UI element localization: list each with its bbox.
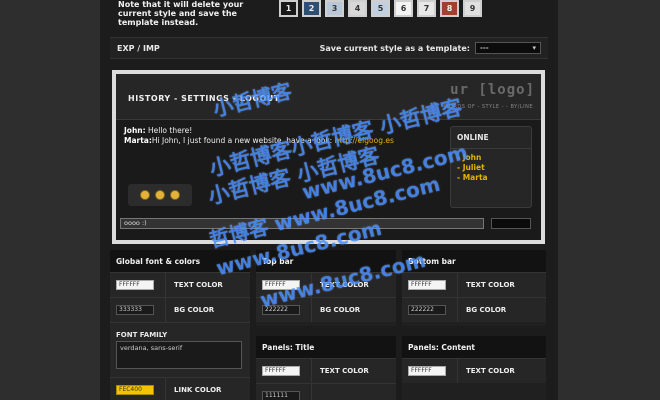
bg-color-label: BG COLOR — [466, 306, 507, 314]
bg-color-label: BG COLOR — [320, 306, 361, 314]
bottom-bar-bg-color-row: 222222 BG COLOR — [402, 297, 546, 322]
smiley-icon[interactable] — [170, 190, 180, 200]
template-note: Note that it will delete your current st… — [118, 0, 244, 27]
chat-link[interactable]: http://elgoog.es — [335, 136, 394, 145]
online-user[interactable]: - Marta — [457, 173, 525, 183]
chat-messages: John: Hello there! Marta:Hi John, I just… — [124, 126, 444, 146]
top-bar-text-color-row: FFFFFF TEXT COLOR — [256, 272, 396, 297]
template-swatch[interactable]: 8 — [440, 0, 459, 17]
top-bar-text-color-input[interactable]: FFFFFF — [262, 280, 300, 290]
template-swatch[interactable]: 4 — [348, 0, 367, 17]
global-panel: Global font & colors FFFFFF TEXT COLOR 3… — [110, 250, 250, 400]
chat-message: John: Hello there! — [124, 126, 444, 136]
panels-content-panel: Panels: Content FFFFFF TEXT COLOR — [402, 336, 546, 400]
preview-nav[interactable]: HISTORY - SETTINGS - LOGOUT — [128, 94, 280, 103]
panels-title-panel-title: Panels: Title — [256, 336, 396, 358]
template-swatch[interactable]: 2 — [302, 0, 321, 17]
global-link-color-row: FEC400 LINK COLOR — [110, 377, 250, 400]
text-color-label: TEXT COLOR — [320, 367, 369, 375]
link-color-label: LINK COLOR — [174, 386, 222, 394]
text-color-label: TEXT COLOR — [174, 281, 223, 289]
template-select[interactable]: --- ▾ — [475, 42, 541, 54]
bottom-bar-panel: Bottom bar FFFFFF TEXT COLOR 222222 BG C… — [402, 250, 546, 326]
top-bar-panel: Top bar FFFFFF TEXT COLOR 222222 BG COLO… — [256, 250, 396, 326]
global-panel-title: Global font & colors — [110, 250, 250, 272]
bottom-bar-panel-title: Bottom bar — [402, 250, 546, 272]
preview-logo-subtitle: WORDS OF - STYLE - - BY/LINE — [443, 104, 533, 110]
top-bar-bg-color-input[interactable]: 222222 — [262, 305, 300, 315]
chat-send-button[interactable] — [491, 218, 531, 229]
font-family-group: FONT FAMILY verdana, sans-serif — [110, 322, 250, 377]
panels-title-panel: Panels: Title FFFFFF TEXT COLOR 111111 — [256, 336, 396, 400]
online-user[interactable]: - Juliet — [457, 163, 525, 173]
global-text-color-input[interactable]: FFFFFF — [116, 280, 154, 290]
top-bar-bg-color-row: 222222 BG COLOR — [256, 297, 396, 322]
template-swatch[interactable]: 7 — [417, 0, 436, 17]
panels-content-panel-title: Panels: Content — [402, 336, 546, 358]
chat-author: Marta: — [124, 136, 152, 145]
exp-imp-link[interactable]: EXP / IMP — [117, 44, 160, 53]
text-color-label: TEXT COLOR — [466, 367, 515, 375]
chevron-down-icon: ▾ — [532, 44, 536, 52]
template-swatch[interactable]: 9 — [463, 0, 482, 17]
template-swatch[interactable]: 5 — [371, 0, 390, 17]
global-bg-color-input[interactable]: 333333 — [116, 305, 154, 315]
template-select-value: --- — [480, 44, 489, 52]
font-family-input[interactable]: verdana, sans-serif — [116, 341, 242, 369]
global-bg-color-row: 333333 BG COLOR — [110, 297, 250, 322]
online-user-list: - John - Juliet - Marta — [451, 149, 531, 187]
chat-preview: HISTORY - SETTINGS - LOGOUT ur [logo] WO… — [112, 70, 545, 244]
chat-text: Hi John, I just found a new website, hav… — [151, 136, 335, 145]
online-user[interactable]: - John — [457, 153, 525, 163]
chat-text: Hello there! — [145, 126, 193, 135]
online-title: ONLINE — [451, 127, 531, 149]
chat-preview-inner: HISTORY - SETTINGS - LOGOUT ur [logo] WO… — [116, 74, 541, 240]
export-import-bar: EXP / IMP Save current style as a templa… — [110, 37, 548, 59]
panels-title-text-color-input[interactable]: FFFFFF — [262, 366, 300, 376]
global-text-color-row: FFFFFF TEXT COLOR — [110, 272, 250, 297]
template-swatch[interactable]: 1 — [279, 0, 298, 17]
panels-content-text-color-row: FFFFFF TEXT COLOR — [402, 358, 546, 383]
panels-title-bg-color-input[interactable]: 111111 — [262, 391, 300, 400]
bg-color-label: BG COLOR — [174, 306, 215, 314]
chat-input[interactable]: oooo :) — [120, 218, 484, 229]
font-family-label: FONT FAMILY — [116, 331, 168, 339]
editor-frame: Note that it will delete your current st… — [100, 0, 558, 400]
save-template-label: Save current style as a template: — [319, 43, 470, 53]
bottom-bar-bg-color-input[interactable]: 222222 — [408, 305, 446, 315]
template-swatch[interactable]: 6 — [394, 0, 413, 17]
top-bar-panel-title: Top bar — [256, 250, 396, 272]
smiley-bar — [128, 184, 192, 206]
chat-message: Marta:Hi John, I just found a new websit… — [124, 136, 444, 146]
template-swatches: 1 2 3 4 5 6 7 8 9 — [279, 0, 482, 17]
panels-title-text-color-row: FFFFFF TEXT COLOR — [256, 358, 396, 383]
save-template-group: Save current style as a template: --- ▾ — [320, 42, 541, 54]
global-link-color-input[interactable]: FEC400 — [116, 385, 154, 395]
smiley-icon[interactable] — [140, 190, 150, 200]
bottom-bar-text-color-input[interactable]: FFFFFF — [408, 280, 446, 290]
preview-top-bar: HISTORY - SETTINGS - LOGOUT ur [logo] WO… — [116, 74, 541, 120]
template-swatch[interactable]: 3 — [325, 0, 344, 17]
panels-content-text-color-input[interactable]: FFFFFF — [408, 366, 446, 376]
text-color-label: TEXT COLOR — [466, 281, 515, 289]
bottom-bar-text-color-row: FFFFFF TEXT COLOR — [402, 272, 546, 297]
chat-author: John: — [124, 126, 146, 135]
panels-title-bg-color-row: 111111 — [256, 383, 396, 400]
preview-logo: ur [logo] — [450, 82, 535, 98]
online-panel: ONLINE - John - Juliet - Marta — [450, 126, 532, 208]
text-color-label: TEXT COLOR — [320, 281, 369, 289]
smiley-icon[interactable] — [155, 190, 165, 200]
